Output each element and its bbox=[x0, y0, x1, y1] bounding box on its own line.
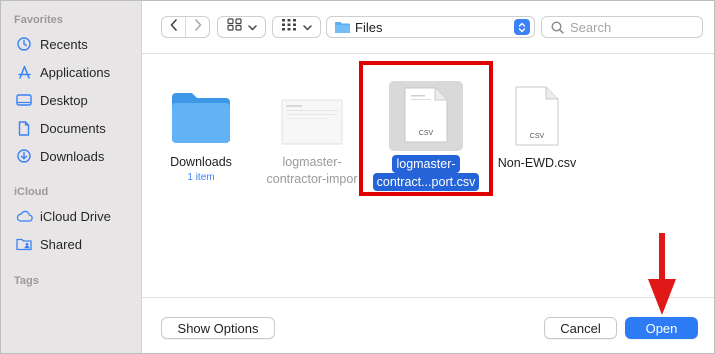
file-name: Downloads bbox=[170, 155, 232, 169]
file-item-non-ewd[interactable]: CSV Non-EWD.csv bbox=[497, 85, 577, 172]
sidebar-section-favorites: Favorites bbox=[14, 14, 63, 26]
annotation-highlight-box bbox=[359, 61, 493, 196]
icon-grid-icon bbox=[226, 18, 242, 36]
sidebar-section-icloud: iCloud bbox=[14, 186, 49, 198]
cloud-icon bbox=[15, 208, 33, 224]
spreadsheet-thumbnail-icon bbox=[253, 87, 371, 145]
search-input[interactable] bbox=[570, 19, 695, 35]
sidebar-item-label: Documents bbox=[40, 120, 106, 136]
show-options-button[interactable]: Show Options bbox=[161, 317, 275, 339]
file-name-line2: contractor-impor bbox=[266, 172, 358, 186]
footer-divider bbox=[142, 297, 714, 298]
group-grid-icon bbox=[281, 18, 297, 36]
sidebar-item-desktop[interactable]: Desktop bbox=[11, 89, 135, 111]
sidebar-item-label: Desktop bbox=[40, 92, 88, 108]
annotation-arrow-icon bbox=[647, 231, 677, 322]
csv-file-icon: CSV bbox=[497, 85, 577, 147]
chevron-down-icon bbox=[303, 18, 312, 36]
download-icon bbox=[15, 148, 33, 164]
group-by-button[interactable] bbox=[272, 16, 321, 38]
navigation-group bbox=[161, 16, 210, 38]
file-item-downloads[interactable]: Downloads 1 item bbox=[161, 87, 241, 183]
file-name-line1: logmaster- bbox=[282, 155, 342, 169]
sidebar-item-label: Recents bbox=[40, 36, 88, 52]
search-icon bbox=[551, 20, 564, 34]
folder-icon bbox=[161, 87, 241, 145]
chevron-updown-icon bbox=[514, 19, 530, 35]
location-popup[interactable]: Files bbox=[326, 16, 535, 38]
sidebar-item-label: Downloads bbox=[40, 148, 105, 164]
cancel-button[interactable]: Cancel bbox=[544, 317, 617, 339]
clock-icon bbox=[15, 36, 33, 52]
sidebar-item-label: iCloud Drive bbox=[40, 208, 111, 224]
file-open-dialog: Favorites Recents Applications Desktop D… bbox=[0, 0, 715, 354]
folder-icon bbox=[334, 21, 351, 34]
file-subtitle: 1 item bbox=[187, 172, 215, 183]
forward-button[interactable] bbox=[185, 17, 209, 37]
applications-icon bbox=[15, 64, 33, 80]
sidebar-section-tags: Tags bbox=[14, 275, 39, 287]
sidebar-item-icloud-drive[interactable]: iCloud Drive bbox=[11, 205, 135, 227]
sidebar-item-recents[interactable]: Recents bbox=[11, 33, 135, 55]
file-item-logmaster-import[interactable]: logmaster- contractor-impor bbox=[253, 87, 371, 188]
sidebar-item-downloads[interactable]: Downloads bbox=[11, 145, 135, 167]
toolbar-divider bbox=[142, 53, 714, 54]
location-label: Files bbox=[355, 19, 383, 35]
sidebar-item-shared[interactable]: Shared bbox=[11, 233, 135, 255]
back-button[interactable] bbox=[162, 17, 185, 37]
sidebar-item-label: Shared bbox=[40, 236, 82, 252]
desktop-icon bbox=[15, 92, 33, 108]
sidebar-item-applications[interactable]: Applications bbox=[11, 61, 135, 83]
view-mode-button[interactable] bbox=[217, 16, 266, 38]
document-icon bbox=[15, 120, 33, 136]
file-name: Non-EWD.csv bbox=[497, 156, 577, 170]
sidebar-item-label: Applications bbox=[40, 64, 111, 80]
sidebar-item-documents[interactable]: Documents bbox=[11, 117, 135, 139]
svg-text:CSV: CSV bbox=[530, 133, 545, 140]
chevron-right-icon bbox=[194, 18, 202, 36]
sidebar: Favorites Recents Applications Desktop D… bbox=[1, 1, 142, 353]
chevron-down-icon bbox=[247, 18, 257, 36]
shared-folder-icon bbox=[15, 236, 33, 252]
search-field[interactable] bbox=[541, 16, 703, 38]
chevron-left-icon bbox=[170, 18, 178, 36]
